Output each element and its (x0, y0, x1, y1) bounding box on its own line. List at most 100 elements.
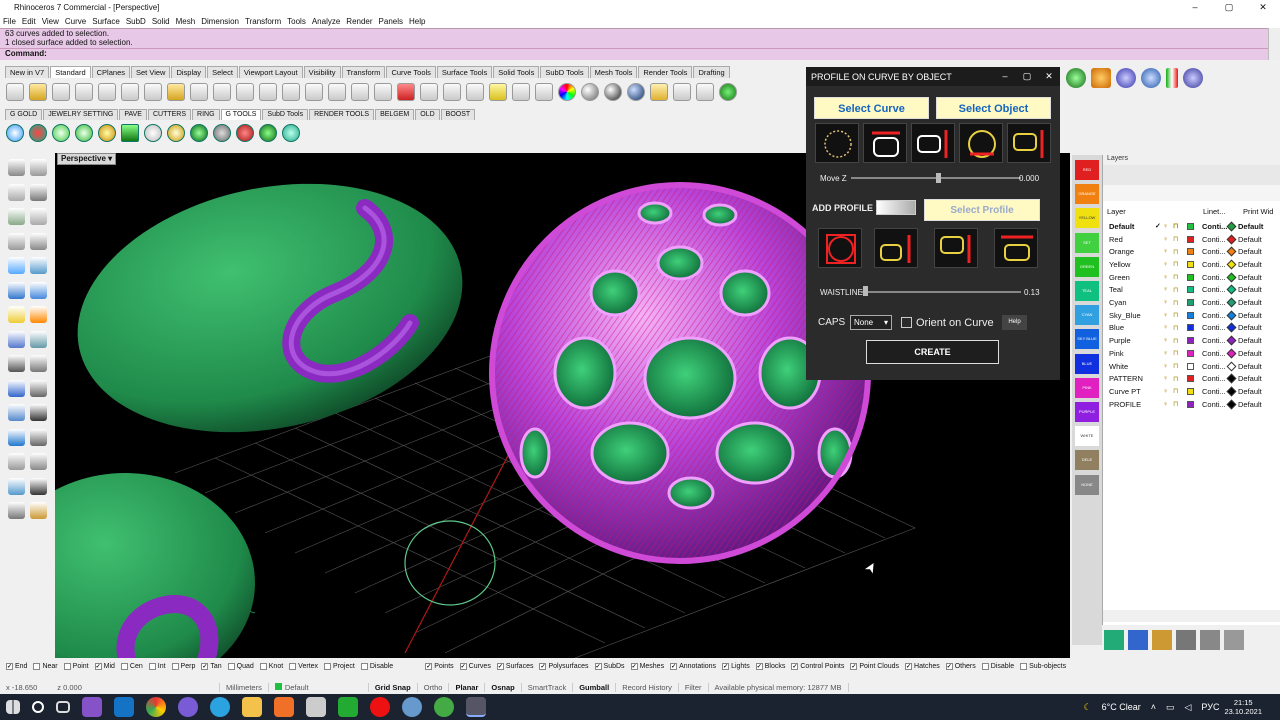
layer-color-swatch[interactable] (1187, 235, 1194, 243)
dialog-minimize-button[interactable]: – (994, 71, 1016, 82)
lock-icon[interactable]: ⊓ (1173, 387, 1183, 395)
layer-tool-icon[interactable] (1200, 630, 1220, 650)
layer-tool-icon[interactable] (1104, 630, 1124, 650)
layer-row[interactable]: Green ♀ ⊓ Conti... Default (1103, 271, 1280, 284)
drawing-tool-icon[interactable] (8, 379, 25, 397)
color-swatch-dele[interactable]: DELE (1075, 450, 1099, 471)
drawing-tool-icon[interactable] (8, 355, 25, 372)
waistline-slider-thumb[interactable] (863, 286, 869, 296)
layer-row[interactable]: Teal ♀ ⊓ Conti... Default (1103, 284, 1280, 297)
filter-meshes[interactable]: ✓ Meshes (630, 663, 664, 670)
filter-points[interactable]: ✓ Points (425, 663, 454, 670)
drawing-tool-icon[interactable] (30, 257, 47, 274)
profile-move-icon[interactable] (1007, 123, 1051, 163)
tab-curve-tools[interactable]: Curve Tools (386, 66, 436, 78)
opera-icon[interactable] (370, 697, 390, 717)
tab-mesh-tools[interactable]: Mesh Tools (589, 66, 638, 78)
layer-print-width[interactable]: Default (1226, 322, 1262, 333)
layer-row[interactable]: PROFILE ♀ ⊓ Conti... Default (1103, 398, 1280, 411)
menu-render[interactable]: Render (343, 17, 375, 26)
drawing-tool-icon[interactable] (8, 306, 25, 323)
color-swatch-red[interactable]: RED (1075, 160, 1099, 180)
drawing-tool-icon[interactable] (8, 453, 25, 470)
osnap-point[interactable]: Point (63, 663, 89, 670)
chrome-icon[interactable] (146, 697, 166, 717)
layer-color-swatch[interactable] (1187, 349, 1194, 357)
color-swatch-teal[interactable]: TEAL (1075, 281, 1099, 301)
tab-old[interactable]: OLD (415, 109, 440, 120)
command-scrollbar[interactable] (1268, 28, 1280, 60)
lock-icon[interactable]: ⊓ (1173, 324, 1183, 332)
close-button[interactable]: ✕ (1246, 2, 1280, 13)
color-swatch-sky-blue[interactable]: SKY BLUE (1075, 329, 1099, 350)
units-display[interactable]: Millimeters (220, 682, 269, 692)
open-file-icon[interactable] (29, 83, 47, 101)
layer-linetype[interactable]: Conti... (1198, 235, 1226, 244)
layer-linetype[interactable]: Conti... (1198, 273, 1226, 282)
layer-print-width[interactable]: Default (1226, 284, 1262, 295)
layer-color-swatch[interactable] (1187, 260, 1194, 268)
layer-print-width[interactable]: Default (1226, 246, 1262, 257)
options-icon[interactable] (696, 83, 714, 101)
menu-dimension[interactable]: Dimension (198, 17, 242, 26)
layer-linetype[interactable]: Conti... (1198, 336, 1226, 345)
viewport-dropdown-icon[interactable]: ▾ (108, 154, 112, 163)
light-bulb-icon[interactable]: ♀ (1163, 274, 1173, 281)
menu-surface[interactable]: Surface (89, 17, 123, 26)
cluster-icon[interactable] (1141, 68, 1161, 88)
layer-print-width[interactable]: Default (1226, 259, 1262, 270)
light-bulb-icon[interactable]: ♀ (1163, 337, 1173, 344)
tab-belgem[interactable]: BELGEM (375, 109, 415, 120)
drawing-tool-icon[interactable] (30, 428, 47, 446)
filter-polysurfaces[interactable]: ✓ Polysurfaces (539, 663, 589, 670)
filter-toggle[interactable]: Filter (679, 682, 709, 692)
color-swatch-set[interactable]: SET (1075, 232, 1099, 253)
layer-linetype[interactable]: Conti... (1198, 260, 1226, 269)
drawing-tool-icon[interactable] (30, 183, 47, 201)
layer-row[interactable]: Purple ♀ ⊓ Conti... Default (1103, 334, 1280, 347)
layer-linetype[interactable]: Conti... (1198, 349, 1226, 358)
curve-icon[interactable] (1183, 68, 1203, 88)
pan-hand-icon[interactable] (213, 83, 231, 101)
menu-subd[interactable]: SubD (123, 17, 149, 26)
tab-render-tools[interactable]: Render Tools (638, 66, 693, 78)
car-icon[interactable] (397, 83, 415, 101)
select-curve-button[interactable]: Select Curve (814, 97, 929, 119)
move-z-slider-thumb[interactable] (936, 173, 941, 183)
drawing-tool-icon[interactable] (8, 232, 25, 250)
tab-cplanes[interactable]: CPlanes (91, 66, 130, 78)
filter-others[interactable]: ✓ Others (945, 663, 976, 670)
menu-panels[interactable]: Panels (376, 17, 406, 26)
filter-blocks[interactable]: ✓ Blocks (755, 663, 785, 670)
layer-row[interactable]: PATTERN ♀ ⊓ Conti... Default (1103, 372, 1280, 385)
clock[interactable]: 21:15 23.10.2021 (1224, 698, 1262, 716)
profile-frame-icon[interactable] (863, 123, 907, 163)
record-history-toggle[interactable]: Record History (616, 682, 679, 692)
layer-tool-icon[interactable] (1128, 630, 1148, 650)
layer-row[interactable]: Red ♀ ⊓ Conti... Default (1103, 233, 1280, 246)
rotate-view-icon[interactable] (236, 83, 254, 101)
tab-g-tools[interactable]: G TOOLS (220, 109, 262, 120)
light-bulb-icon[interactable] (489, 83, 507, 101)
layer-color-swatch[interactable] (1187, 248, 1194, 256)
tab-visibility[interactable]: Visibility (303, 66, 341, 78)
drawing-tool-icon[interactable] (8, 330, 25, 348)
radial-pattern-icon[interactable] (815, 123, 859, 163)
light-bulb-icon[interactable]: ♀ (1163, 324, 1173, 331)
layer-print-width[interactable]: Default (1226, 297, 1262, 308)
drawing-tool-icon[interactable] (8, 404, 25, 421)
layer-linetype[interactable]: Conti... (1198, 400, 1226, 409)
points-icon[interactable] (420, 83, 438, 101)
tab-solid-tools[interactable]: Solid Tools (493, 66, 540, 78)
tab-subd-tools[interactable]: SubD Tools (540, 66, 589, 78)
windows-start-icon[interactable] (6, 700, 20, 714)
settings-icon[interactable] (673, 83, 691, 101)
profile-offset-icon[interactable] (934, 228, 978, 268)
drawing-tool-icon[interactable] (30, 330, 47, 348)
layer-print-width[interactable]: Default (1226, 272, 1262, 283)
light-bulb-icon[interactable]: ♀ (1163, 223, 1173, 230)
menu-mesh[interactable]: Mesh (173, 17, 199, 26)
layer-row[interactable]: White ♀ ⊓ Conti... Default (1103, 360, 1280, 373)
osnap-near[interactable]: Near (33, 663, 58, 670)
drawing-tool-icon[interactable] (30, 355, 47, 372)
